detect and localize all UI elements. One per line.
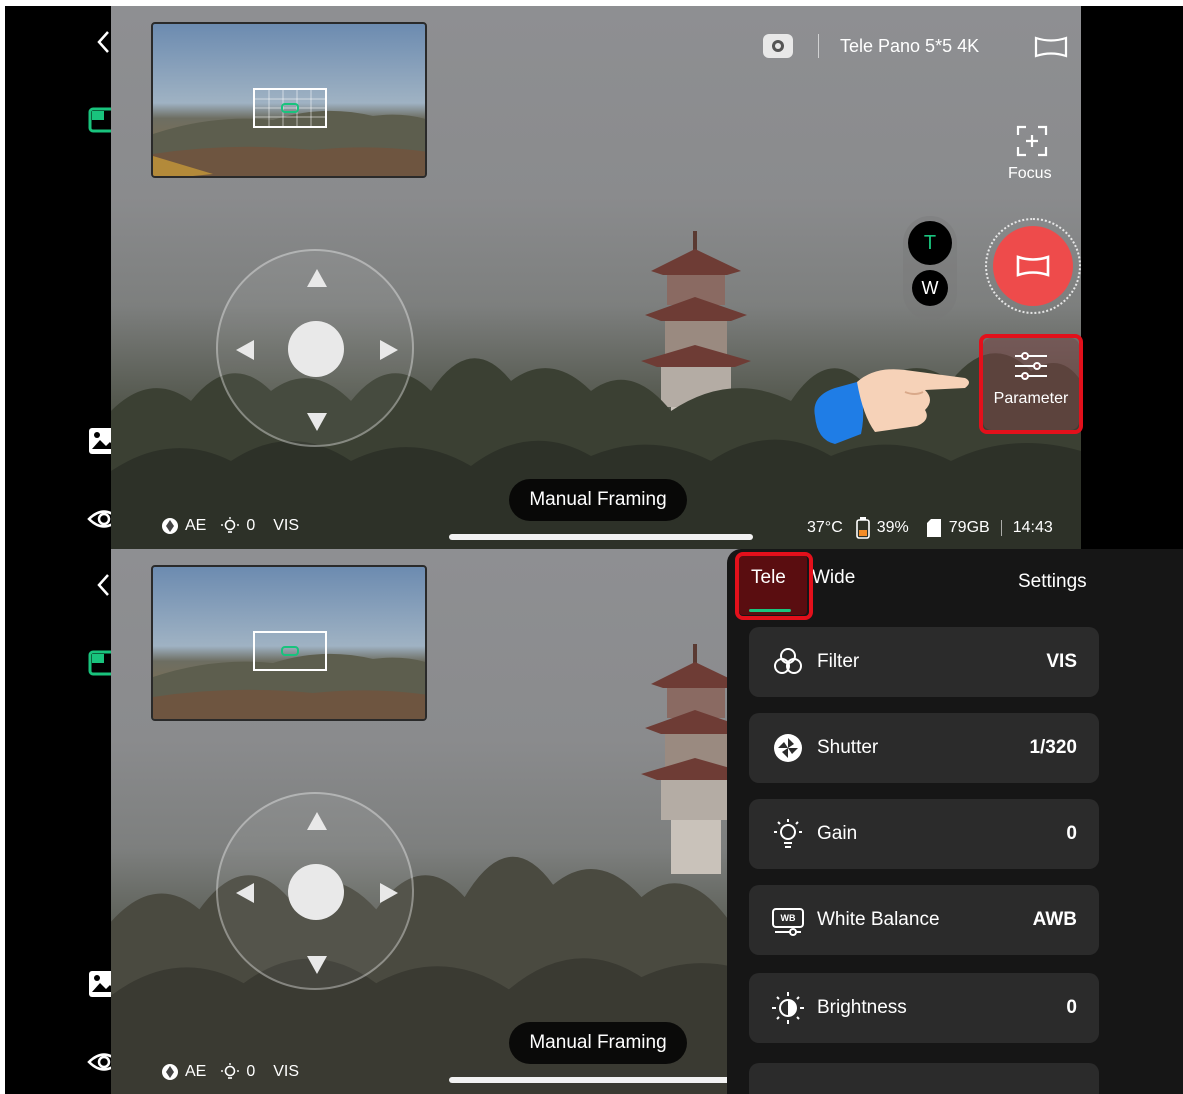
temperature-value: 37°C: [807, 519, 843, 536]
shutter-icon: [771, 731, 805, 765]
white-balance-label: White Balance: [817, 909, 940, 930]
manual-framing-label: Manual Framing: [529, 1032, 667, 1053]
brightness-value: 0: [1066, 997, 1077, 1018]
ae-label: AE: [185, 517, 207, 534]
camera-icon: [763, 34, 793, 58]
status-bar-left: AE 0 VIS: [161, 517, 299, 535]
gain-label: Gain: [817, 823, 858, 844]
parameter-highlight-box: [979, 334, 1083, 434]
filter-value: VIS: [273, 1063, 300, 1080]
joystick-knob[interactable]: [288, 864, 344, 920]
tele-tab-highlight-box: [735, 552, 813, 620]
ae-label: AE: [185, 1063, 207, 1080]
joystick-down-arrow[interactable]: [307, 956, 327, 974]
manual-framing-label: Manual Framing: [529, 489, 667, 510]
joystick-up-arrow[interactable]: [307, 269, 327, 287]
gain-bulb-icon: [221, 1063, 240, 1079]
tab-wide[interactable]: Wide: [812, 567, 855, 589]
status-bar-right: 37°C 39% 79GB 14:43: [807, 517, 1053, 539]
joystick-knob[interactable]: [288, 321, 344, 377]
brightness-icon: [771, 991, 805, 1025]
white-balance-value: AWB: [1032, 909, 1077, 930]
wide-zoom-button[interactable]: W: [912, 270, 948, 306]
joystick-down-arrow[interactable]: [307, 413, 327, 431]
joystick-left-arrow[interactable]: [236, 883, 254, 903]
framing-target-icon: [281, 646, 299, 656]
white-balance-row[interactable]: WB White Balance AWB: [749, 885, 1099, 955]
settings-link[interactable]: Settings: [1018, 571, 1087, 593]
gain-value: 0: [246, 517, 256, 534]
overview-minimap[interactable]: [151, 565, 427, 721]
joystick-left-arrow[interactable]: [236, 340, 254, 360]
aperture-icon: [162, 1064, 178, 1080]
home-indicator: [449, 1077, 753, 1083]
gain-value: 0: [246, 1063, 256, 1080]
camera-live-view-bottom: Manual Framing AE 0 VIS Tele Wide Settin…: [5, 549, 1183, 1094]
tele-zoom-label: T: [923, 231, 937, 254]
wide-zoom-label: W: [921, 277, 939, 298]
wb-badge-text: WB: [780, 913, 796, 923]
pano-mode-button[interactable]: [1031, 34, 1071, 60]
joystick-right-arrow[interactable]: [380, 883, 398, 903]
tele-zoom-button[interactable]: T: [908, 221, 952, 265]
camera-switch-button[interactable]: [761, 32, 795, 60]
storage-value: 79GB: [948, 519, 990, 536]
gain-bulb-icon: [221, 517, 240, 533]
chevron-left-icon: [97, 31, 109, 53]
aperture-icon: [162, 518, 178, 534]
focus-button[interactable]: [1015, 124, 1049, 158]
battery-value: 39%: [876, 519, 909, 536]
pointing-hand-icon: [814, 369, 969, 444]
gain-value: 0: [1066, 823, 1077, 844]
filter-value: VIS: [1046, 651, 1077, 672]
filter-value: VIS: [273, 517, 300, 534]
panorama-icon: [1016, 255, 1050, 277]
joystick-right-arrow[interactable]: [380, 340, 398, 360]
left-toolbar: [5, 549, 122, 1094]
gain-bulb-icon: [771, 817, 805, 851]
brightness-row[interactable]: Brightness 0: [749, 973, 1099, 1043]
filter-icon: [771, 645, 805, 679]
framing-area-box[interactable]: [253, 88, 327, 128]
left-toolbar: [5, 6, 122, 551]
shutter-row[interactable]: Shutter 1/320: [749, 713, 1099, 783]
filter-row[interactable]: Filter VIS: [749, 627, 1099, 697]
mode-title[interactable]: Tele Pano 5*5 4K: [840, 36, 979, 57]
shutter-record-button[interactable]: [985, 218, 1081, 314]
time-value: 14:43: [1012, 519, 1053, 536]
home-indicator: [449, 534, 753, 540]
status-divider: [1000, 520, 1002, 536]
battery-icon: [855, 517, 870, 539]
focus-icon: [1016, 125, 1048, 157]
manual-framing-button[interactable]: Manual Framing: [509, 479, 687, 521]
camera-live-view-top: Manual Framing AE 0 VIS Tele Pano 5*5 4K…: [5, 6, 1183, 551]
overview-minimap[interactable]: [151, 22, 427, 178]
framing-grid-icon: [255, 90, 325, 126]
status-bar-left: AE 0 VIS: [161, 1063, 299, 1081]
chevron-left-icon: [97, 574, 109, 596]
gimbal-joystick[interactable]: [216, 249, 414, 447]
shutter-label: Shutter: [817, 737, 879, 758]
panorama-icon: [1034, 36, 1068, 58]
sd-card-icon: [926, 519, 941, 537]
framing-area-box[interactable]: [253, 631, 327, 671]
focus-label: Focus: [1008, 165, 1052, 182]
white-balance-icon: WB: [771, 903, 805, 937]
manual-framing-button[interactable]: Manual Framing: [509, 1022, 687, 1064]
divider: [818, 34, 819, 58]
right-edge: [1081, 6, 1183, 551]
shutter-value: 1/320: [1029, 737, 1077, 758]
gimbal-joystick[interactable]: [216, 792, 414, 990]
next-row-peek: [749, 1063, 1099, 1094]
brightness-label: Brightness: [817, 997, 907, 1018]
gain-row[interactable]: Gain 0: [749, 799, 1099, 869]
joystick-up-arrow[interactable]: [307, 812, 327, 830]
record-button-inner: [993, 226, 1073, 306]
parameter-panel: Tele Wide Settings Filter VIS Shutter 1/…: [727, 549, 1183, 1094]
filter-label: Filter: [817, 651, 860, 672]
